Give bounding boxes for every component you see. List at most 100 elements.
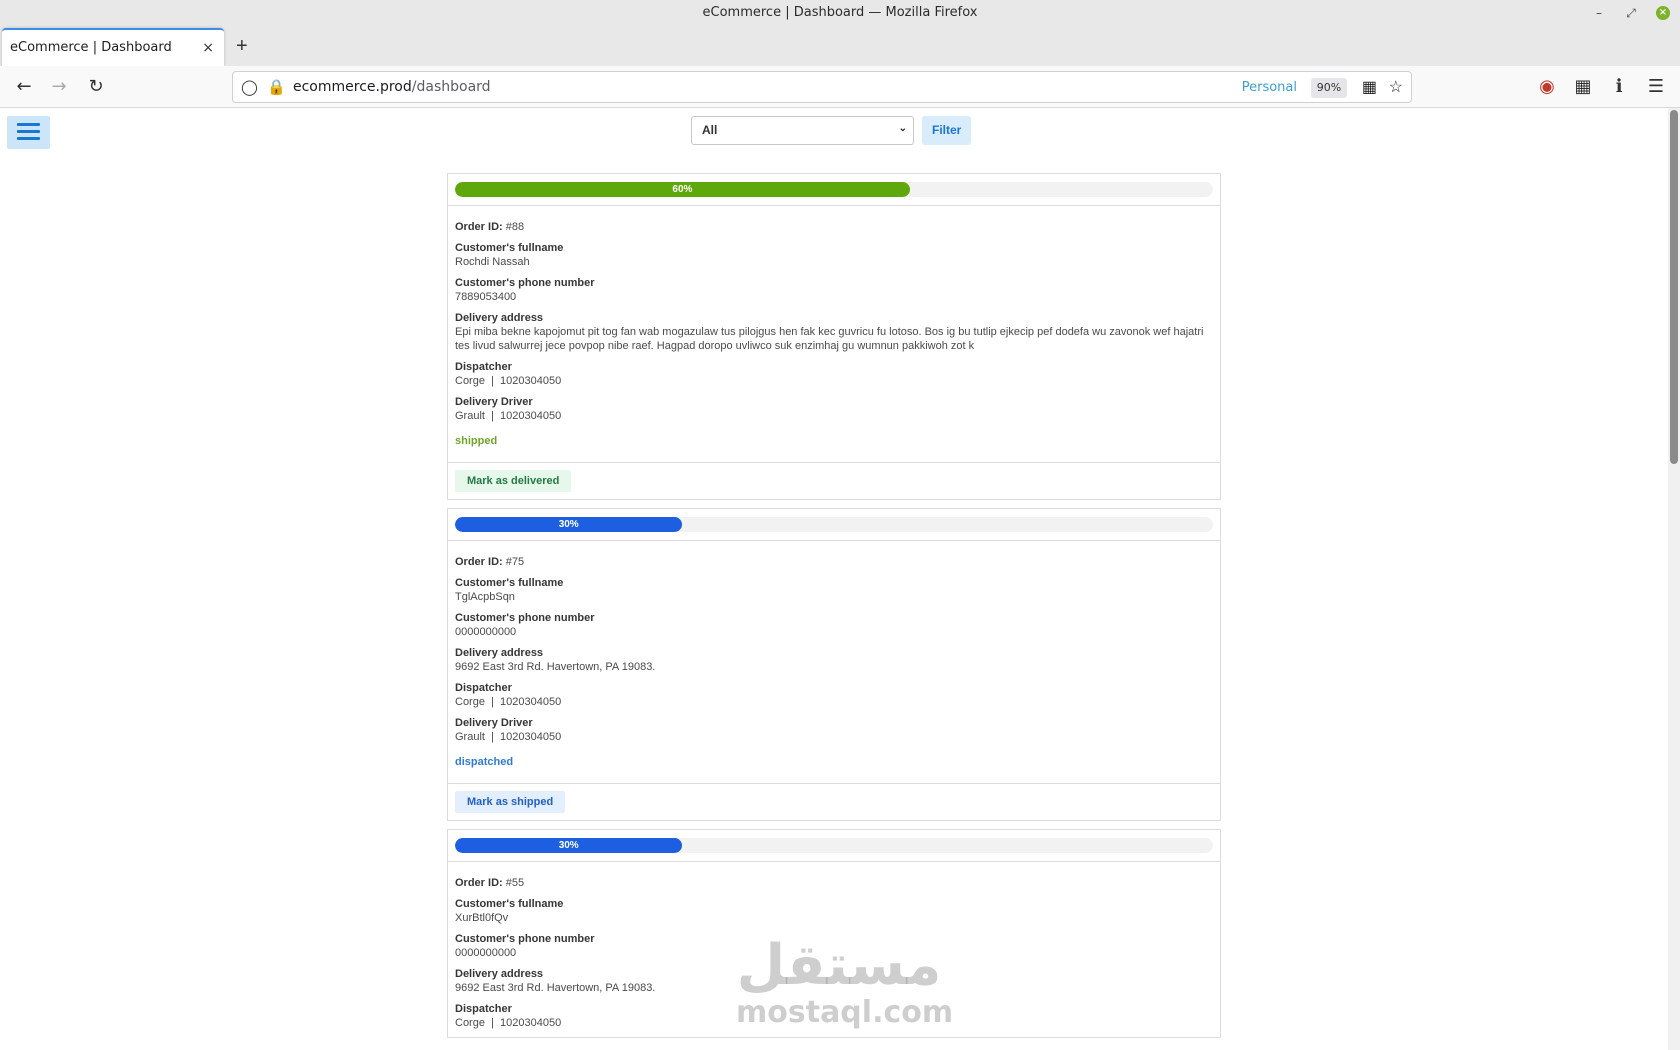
order-progress: 30% [448,830,1220,862]
shield-icon[interactable]: ◯ [241,78,258,96]
chevron-down-icon: ⌄ [898,123,907,134]
watermark-latin: mostaql.com [736,995,954,1030]
back-icon[interactable]: ← [12,75,36,99]
fullname-value: Rochdi Nassah [455,256,530,268]
driver-value: Grault | 1020304050 [455,410,562,422]
order-id-label: Order ID: [455,221,503,233]
hamburger-menu-icon[interactable]: ☰ [1644,75,1668,99]
tab-close-icon[interactable]: × [202,30,214,66]
page-viewport: All ⌄ Filter 60% Order ID: #88 Customer'… [0,108,1680,1050]
order-id-label: Order ID: [455,556,503,568]
progress-fill: 30% [455,517,683,532]
driver-value: Grault | 1020304050 [455,731,562,743]
lock-icon[interactable]: 🔒 [267,78,286,96]
order-id-value: #75 [505,556,525,568]
order-card: 60% Order ID: #88 Customer's fullname Roc… [447,173,1221,500]
window-title: eCommerce | Dashboard — Mozilla Firefox [702,5,978,20]
filter-button[interactable]: Filter [922,116,972,145]
driver-field: Delivery Driver Grault | 1020304050 [455,716,1213,744]
order-progress: 60% [448,174,1220,206]
window-titlebar: eCommerce | Dashboard — Mozilla Firefox … [0,0,1680,26]
zoom-level[interactable]: 90% [1311,78,1347,98]
address-value: 9692 East 3rd Rd. Havertown, PA 19083. [455,661,656,673]
progress-track: 60% [455,182,1213,197]
fullname-value: TglAcpbSqn [455,591,515,603]
scrollbar-thumb[interactable] [1670,110,1678,464]
order-id-field: Order ID: #75 [455,555,1213,569]
order-id-field: Order ID: #88 [455,220,1213,234]
forward-icon[interactable]: → [47,75,71,99]
reload-icon[interactable]: ↻ [84,75,108,99]
fullname-label: Customer's fullname [455,577,564,589]
menu-bar-icon [17,137,40,140]
fullname-field: Customer's fullname Rochdi Nassah [455,241,1213,269]
mark-delivered-button[interactable]: Mark as delivered [455,470,572,492]
order-card: 30% Order ID: #75 Customer's fullname Tgl… [447,508,1221,821]
order-id-value: #88 [505,221,525,233]
page-scrollbar[interactable] [1668,108,1680,1050]
fullname-label: Customer's fullname [455,242,564,254]
url-path: /dashboard [411,79,491,95]
minimize-icon[interactable]: – [1592,6,1606,20]
order-id-label: Order ID: [455,877,503,889]
phone-value: 7889053400 [455,291,517,303]
mark-shipped-button[interactable]: Mark as shipped [455,791,566,813]
tab-title: eCommerce | Dashboard [10,40,172,55]
orders-list: 60% Order ID: #88 Customer's fullname Roc… [447,173,1221,1046]
fullname-field: Customer's fullname XurBtl0fQv [455,897,1213,925]
fullname-label: Customer's fullname [455,898,564,910]
phone-value: 0000000000 [455,626,517,638]
fullname-value: XurBtl0fQv [455,912,509,924]
fullname-field: Customer's fullname TglAcpbSqn [455,576,1213,604]
new-tab-button[interactable]: + [236,32,248,60]
filter-row: All ⌄ Filter [691,116,972,145]
order-id-value: #55 [505,877,525,889]
dispatcher-value: Corge | 1020304050 [455,375,562,387]
close-window-icon[interactable]: × [1656,6,1670,20]
dispatcher-label: Dispatcher [455,361,512,373]
address-label: Delivery address [455,647,544,659]
address-label: Delivery address [455,312,544,324]
url-text[interactable]: ecommerce.prod/dashboard [293,79,491,95]
status-filter-select[interactable]: All ⌄ [691,116,914,145]
order-status: dispatched [455,756,514,768]
navigation-bar: ← → ↻ ◯ 🔒 ecommerce.prod/dashboard Perso… [0,66,1680,108]
address-field: Delivery address Epi miba bekne kapojomut… [455,311,1213,353]
phone-label: Customer's phone number [455,612,595,624]
dispatcher-field: Dispatcher Corge | 1020304050 [455,360,1213,388]
dispatcher-value: Corge | 1020304050 [455,696,562,708]
extensions-grid-icon[interactable]: ▦ [1571,75,1595,99]
phone-label: Customer's phone number [455,277,595,289]
order-details: Order ID: #75 Customer's fullname TglAcpb… [448,541,1220,768]
tab-dashboard[interactable]: eCommerce | Dashboard × [2,28,224,66]
maximize-icon[interactable]: ⤢ [1624,6,1638,20]
dispatcher-field: Dispatcher Corge | 1020304050 [455,681,1213,709]
address-bar[interactable]: ◯ 🔒 ecommerce.prod/dashboard Personal 90… [232,71,1412,103]
status-filter-value: All [702,123,718,137]
order-id-field: Order ID: #55 [455,876,1213,890]
driver-label: Delivery Driver [455,396,533,408]
progress-track: 30% [455,838,1213,853]
watermark-arabic: مستقل [736,933,942,998]
qr-code-icon[interactable]: ▦ [1362,77,1377,97]
bookmark-star-icon[interactable]: ☆ [1389,77,1403,97]
menu-bar-icon [17,130,40,133]
window-controls: – ⤢ × [1592,0,1670,26]
order-actions: Mark as delivered [448,462,1220,499]
driver-label: Delivery Driver [455,717,533,729]
dispatcher-label: Dispatcher [455,682,512,694]
driver-field: Delivery Driver Grault | 1020304050 [455,395,1213,423]
tab-bar: eCommerce | Dashboard × + [0,26,1680,66]
watermark-logo: مستقل mostaql.com [736,933,954,1030]
container-label[interactable]: Personal [1242,80,1297,95]
info-extension-icon[interactable]: ℹ [1607,75,1631,99]
addon-blocker-icon[interactable]: ◉ [1535,75,1559,99]
sidebar-toggle-button[interactable] [7,116,50,149]
address-field: Delivery address 9692 East 3rd Rd. Havert… [455,646,1213,674]
order-progress: 30% [448,509,1220,541]
address-value: Epi miba bekne kapojomut pit tog fan wab… [455,326,1204,352]
menu-bar-icon [17,123,40,126]
progress-fill: 60% [455,182,910,197]
order-details: Order ID: #88 Customer's fullname Rochdi … [448,206,1220,447]
order-status: shipped [455,435,498,447]
